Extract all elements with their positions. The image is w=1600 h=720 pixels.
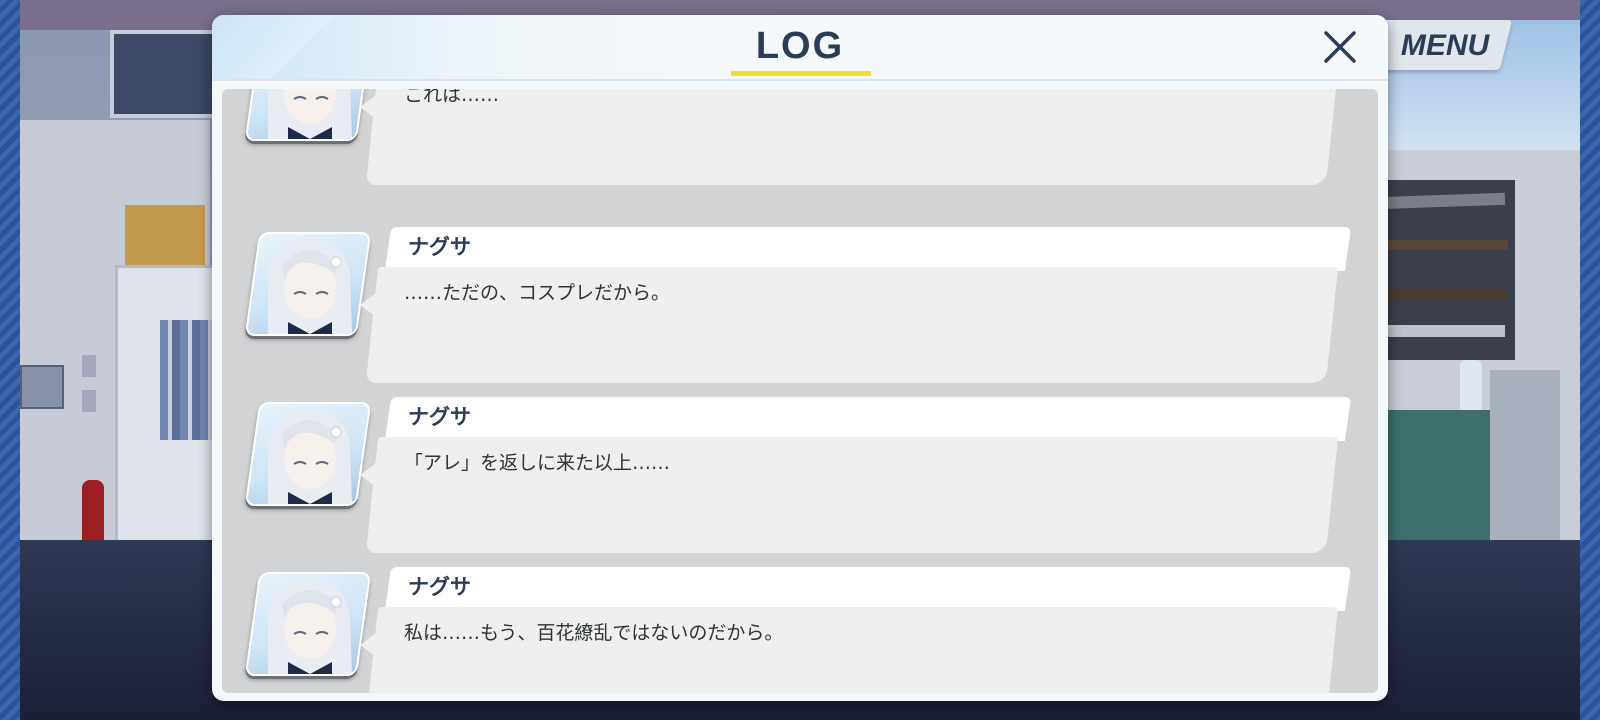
log-entry: これは…… <box>222 89 1378 189</box>
log-entry: ナグサ ……ただの、コスプレだから。 <box>222 227 1378 387</box>
right-frame-stripe <box>1580 0 1600 720</box>
log-entry: ナグサ 「アレ」を返しに来た以上…… <box>222 397 1378 557</box>
log-title: LOG <box>755 25 845 67</box>
speaker-portrait <box>244 89 372 141</box>
log-entry: ナグサ 私は……もう、百花繚乱ではないのだから。 <box>222 567 1378 693</box>
dialogue-text: 私は……もう、百花繚乱ではないのだから。 <box>404 622 784 644</box>
dialogue-text: これは…… <box>404 89 500 106</box>
left-frame-stripe <box>0 0 20 720</box>
log-header: LOG <box>212 15 1388 79</box>
bubble-tail <box>360 293 376 317</box>
speaker-portrait <box>244 572 372 676</box>
bubble-tail <box>360 95 376 119</box>
log-entries-list[interactable]: これは…… ナグサ ……ただの、コスプレだから。 ナグサ 「アレ」を返しに来た以… <box>222 89 1378 693</box>
nagusa-portrait-icon <box>268 89 352 139</box>
speaker-name: ナグサ <box>408 405 471 429</box>
menu-button-label[interactable]: MENU <box>1390 28 1500 64</box>
header-divider <box>212 79 1388 81</box>
speaker-nameplate <box>384 227 1352 271</box>
log-modal: LOG これは…… ナグサ ……ただの、コスプレだから。 ナグサ 「アレ」を返し… <box>212 15 1388 701</box>
speaker-name: ナグサ <box>408 235 471 259</box>
bubble-tail <box>360 633 376 657</box>
bubble-tail <box>360 463 376 487</box>
dialogue-text: ……ただの、コスプレだから。 <box>404 282 671 304</box>
dialogue-text: 「アレ」を返しに来た以上…… <box>404 452 671 474</box>
speaker-portrait <box>244 402 372 506</box>
close-button[interactable] <box>1316 23 1364 71</box>
speaker-name: ナグサ <box>408 575 471 599</box>
speaker-nameplate <box>384 397 1352 441</box>
close-icon <box>1324 31 1356 63</box>
speaker-portrait <box>244 232 372 336</box>
nagusa-portrait-icon <box>268 409 352 504</box>
nagusa-portrait-icon <box>268 239 352 334</box>
speaker-nameplate <box>384 567 1352 611</box>
nagusa-portrait-icon <box>268 579 352 674</box>
title-underline <box>731 71 871 76</box>
